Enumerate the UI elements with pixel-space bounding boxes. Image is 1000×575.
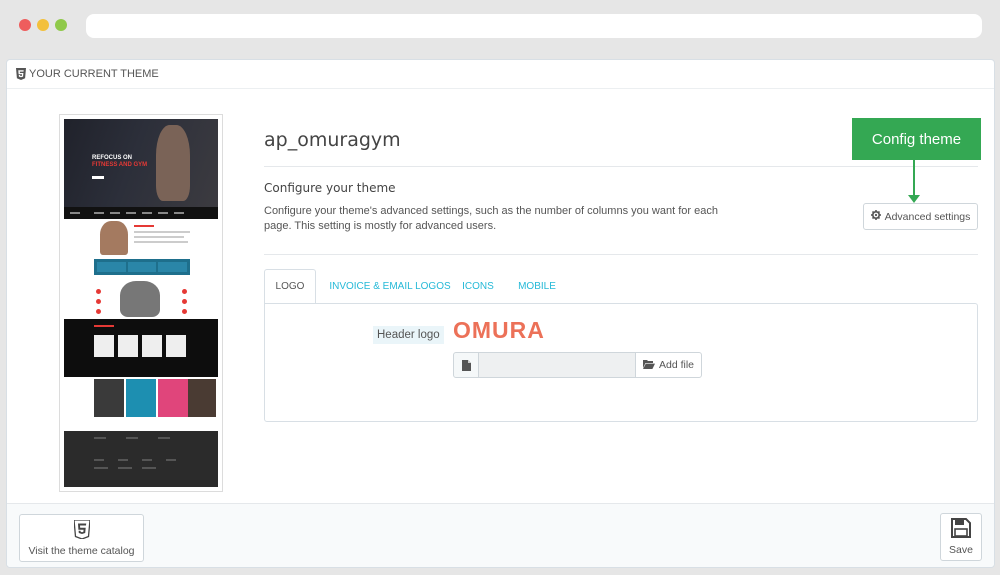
close-window-dot[interactable] — [19, 19, 31, 31]
html5-icon — [15, 68, 26, 80]
configure-description: Configure your theme's advanced settings… — [264, 205, 718, 232]
preview-hero: REFOCUS ON FITNESS AND GYM — [64, 119, 218, 207]
tab-logo[interactable]: LOGO — [264, 269, 316, 304]
folder-open-icon — [642, 359, 655, 372]
browser-chrome — [0, 0, 1000, 50]
add-file-button[interactable]: Add file — [635, 352, 702, 378]
preview-hero-line1: REFOCUS ON — [92, 155, 133, 161]
divider — [264, 166, 978, 167]
config-theme-callout: Config theme — [852, 118, 981, 160]
divider — [264, 254, 978, 255]
save-label: Save — [949, 544, 973, 556]
callout-arrow-line — [913, 160, 915, 197]
advanced-settings-button[interactable]: Advanced settings — [863, 203, 978, 230]
tab-mobile[interactable]: MOBILE — [514, 269, 560, 304]
header-logo-label: Header logo — [373, 326, 444, 344]
floppy-disk-icon — [951, 518, 971, 541]
preview-hero-line2: FITNESS AND GYM — [92, 162, 148, 168]
address-bar[interactable] — [86, 14, 982, 38]
logo-tabs: LOGO INVOICE & EMAIL LOGOS ICONS MOBILE — [264, 269, 978, 304]
file-icon — [453, 352, 479, 378]
minimize-window-dot[interactable] — [37, 19, 49, 31]
visit-theme-catalog-button[interactable]: Visit the theme catalog — [19, 514, 144, 562]
tab-icons[interactable]: ICONS — [460, 269, 496, 304]
advanced-settings-label: Advanced settings — [884, 210, 971, 223]
panel-footer — [7, 503, 994, 567]
callout-arrow-head — [908, 195, 920, 203]
file-upload-group: Add file — [453, 352, 702, 378]
configure-title: Configure your theme — [264, 181, 396, 195]
maximize-window-dot[interactable] — [55, 19, 67, 31]
add-file-label: Add file — [658, 359, 695, 371]
gear-icon — [870, 210, 881, 223]
header-logo-image: OMURA — [453, 317, 545, 343]
file-name-input[interactable] — [479, 352, 635, 378]
panel-title: YOUR CURRENT THEME — [29, 68, 159, 80]
theme-name: ap_omuragym — [264, 129, 401, 151]
tab-invoice-email-logos[interactable]: INVOICE & EMAIL LOGOS — [320, 269, 460, 304]
visit-theme-catalog-label: Visit the theme catalog — [28, 544, 135, 557]
html5-icon — [72, 518, 91, 542]
panel-heading: YOUR CURRENT THEME — [7, 60, 994, 89]
theme-preview: REFOCUS ON FITNESS AND GYM — [59, 114, 223, 492]
save-button[interactable]: Save — [940, 513, 982, 561]
